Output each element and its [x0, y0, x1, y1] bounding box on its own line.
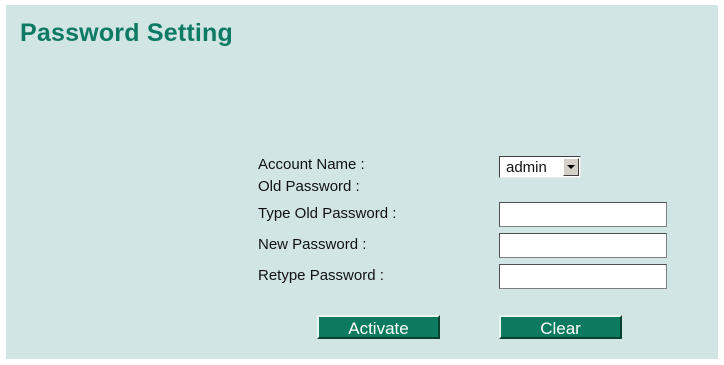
activate-button[interactable]: Activate — [317, 315, 440, 339]
type-old-password-label: Type Old Password : — [258, 205, 397, 222]
new-password-label: New Password : — [258, 236, 367, 253]
type-old-password-field[interactable] — [499, 202, 667, 227]
chevron-down-icon[interactable] — [563, 158, 579, 176]
account-name-label: Account Name : — [258, 156, 365, 173]
retype-password-label: Retype Password : — [258, 267, 384, 284]
clear-button[interactable]: Clear — [499, 315, 622, 339]
account-name-select[interactable]: admin — [499, 156, 581, 178]
retype-password-field[interactable] — [499, 264, 667, 289]
old-password-label: Old Password : — [258, 178, 360, 195]
password-setting-panel: Password Setting Account Name : admin Ol… — [6, 5, 718, 359]
page-title: Password Setting — [20, 19, 233, 47]
new-password-field[interactable] — [499, 233, 667, 258]
account-name-value: admin — [506, 159, 547, 176]
